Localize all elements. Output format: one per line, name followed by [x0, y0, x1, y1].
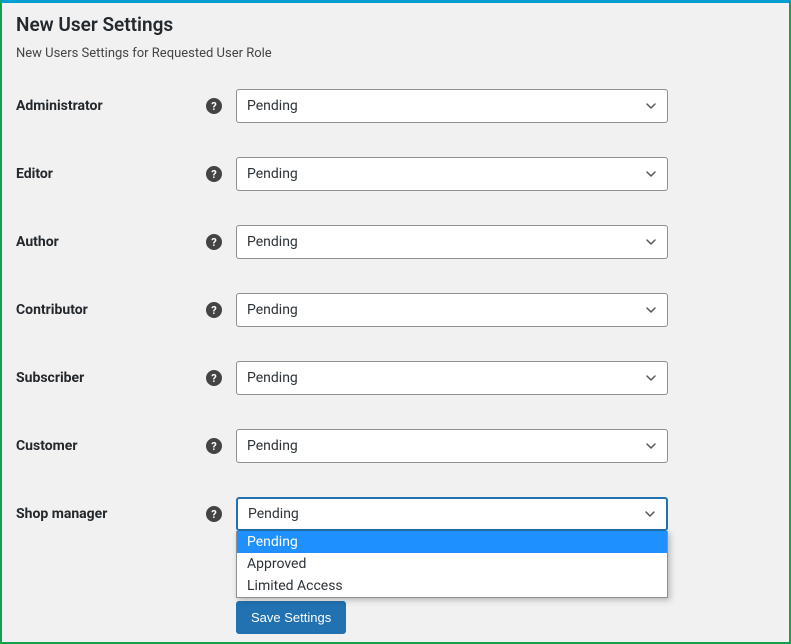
chevron-down-icon [644, 508, 656, 520]
select-wrap-customer: Pending [236, 429, 668, 463]
help-icon[interactable]: ? [206, 370, 222, 386]
role-label-shop-manager: Shop manager [16, 506, 206, 522]
chevron-down-icon [645, 304, 657, 316]
help-icon[interactable]: ? [206, 506, 222, 522]
status-select-value: Pending [247, 370, 298, 386]
chevron-down-icon [645, 372, 657, 384]
status-select-shop-manager[interactable]: Pending [236, 497, 668, 531]
role-row-administrator: Administrator? Pending [16, 89, 775, 123]
role-label-administrator: Administrator [16, 98, 206, 114]
status-select-administrator[interactable]: Pending [236, 89, 668, 123]
status-select-customer[interactable]: Pending [236, 429, 668, 463]
dropdown-list-shop-manager: PendingApprovedLimited Access [236, 531, 668, 598]
page-title: New User Settings [16, 13, 775, 36]
help-icon[interactable]: ? [206, 166, 222, 182]
role-label-author: Author [16, 234, 206, 250]
role-row-editor: Editor? Pending [16, 157, 775, 191]
select-wrap-shop-manager: PendingPendingApprovedLimited Access [236, 497, 668, 531]
status-select-value: Pending [247, 166, 298, 182]
role-row-customer: Customer? Pending [16, 429, 775, 463]
status-select-subscriber[interactable]: Pending [236, 361, 668, 395]
role-row-shop-manager: Shop manager? PendingPendingApprovedLimit… [16, 497, 775, 531]
help-icon[interactable]: ? [206, 234, 222, 250]
status-select-contributor[interactable]: Pending [236, 293, 668, 327]
dropdown-option[interactable]: Approved [237, 553, 667, 575]
help-icon[interactable]: ? [206, 302, 222, 318]
help-icon[interactable]: ? [206, 98, 222, 114]
dropdown-option[interactable]: Limited Access [237, 575, 667, 597]
role-label-contributor: Contributor [16, 302, 206, 318]
status-select-author[interactable]: Pending [236, 225, 668, 259]
status-select-editor[interactable]: Pending [236, 157, 668, 191]
settings-panel: New User Settings New Users Settings for… [0, 0, 791, 644]
status-select-value: Pending [247, 234, 298, 250]
status-select-value: Pending [247, 98, 298, 114]
select-wrap-subscriber: Pending [236, 361, 668, 395]
chevron-down-icon [645, 100, 657, 112]
role-label-editor: Editor [16, 166, 206, 182]
status-select-value: Pending [247, 438, 298, 454]
role-row-contributor: Contributor? Pending [16, 293, 775, 327]
chevron-down-icon [645, 236, 657, 248]
role-row-author: Author? Pending [16, 225, 775, 259]
select-wrap-editor: Pending [236, 157, 668, 191]
status-select-value: Pending [248, 506, 299, 522]
role-label-customer: Customer [16, 438, 206, 454]
chevron-down-icon [645, 440, 657, 452]
status-select-value: Pending [247, 302, 298, 318]
select-wrap-author: Pending [236, 225, 668, 259]
help-icon[interactable]: ? [206, 438, 222, 454]
chevron-down-icon [645, 168, 657, 180]
select-wrap-contributor: Pending [236, 293, 668, 327]
select-wrap-administrator: Pending [236, 89, 668, 123]
dropdown-option[interactable]: Pending [237, 531, 667, 553]
role-label-subscriber: Subscriber [16, 370, 206, 386]
page-subtitle: New Users Settings for Requested User Ro… [16, 46, 775, 61]
role-row-subscriber: Subscriber? Pending [16, 361, 775, 395]
save-settings-button[interactable]: Save Settings [236, 601, 346, 634]
